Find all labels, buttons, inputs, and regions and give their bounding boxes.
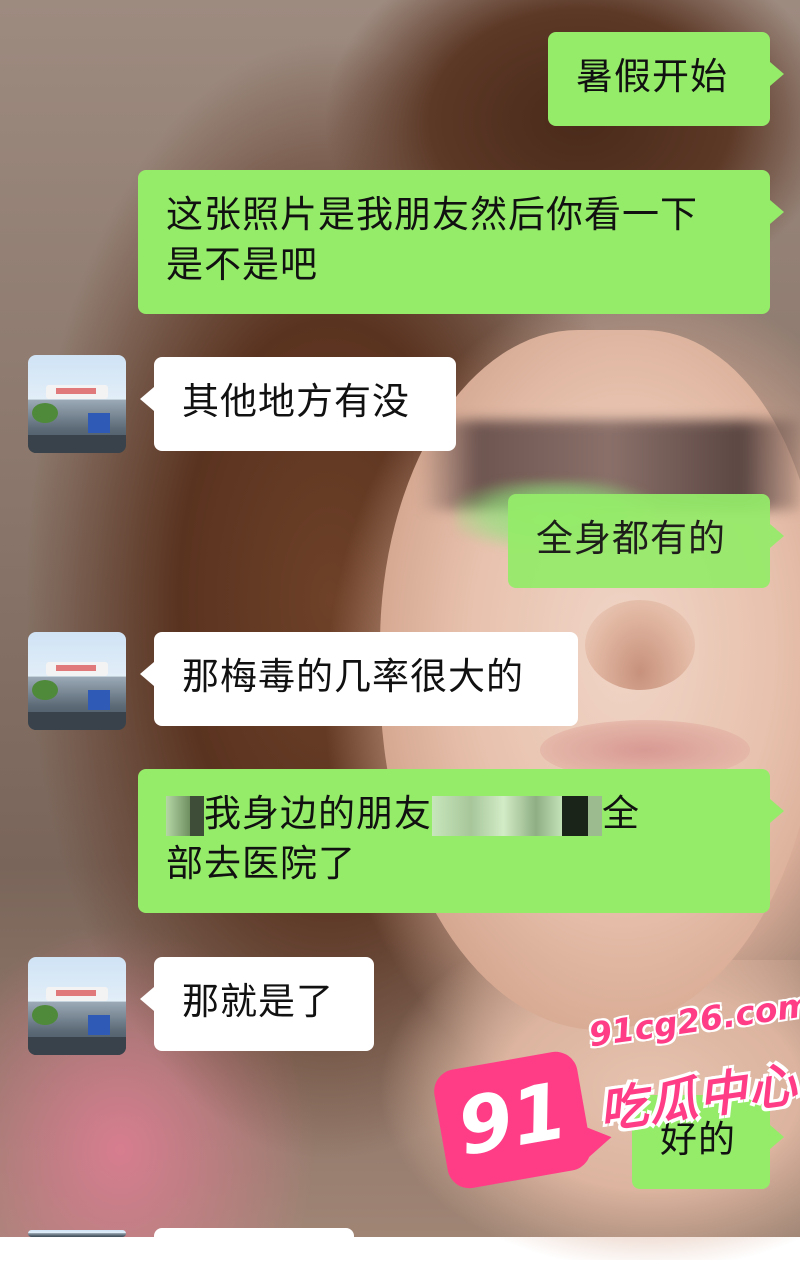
message-text-line2: 是不是吧: [166, 243, 318, 286]
message-text-part: 我身边的朋友: [204, 792, 432, 835]
message-text-part: 全: [602, 792, 640, 835]
message-text: 这张照片是我朋友然后你看一下: [166, 193, 698, 236]
nose-shape: [585, 600, 695, 690]
contact-avatar[interactable]: [28, 632, 126, 730]
mosaic-censor: [166, 795, 190, 836]
contact-avatar[interactable]: [28, 957, 126, 1055]
mosaic-censor: [432, 795, 562, 836]
message-bubble-sent[interactable]: 我身边的朋友 全 部去医院了: [138, 769, 784, 913]
message-bubble-partial: [140, 1228, 354, 1282]
message-text: 暑假开始: [576, 55, 728, 98]
message-text: 全身都有的: [536, 517, 726, 560]
message-text-line2: 部去医院了: [166, 842, 356, 885]
message-bubble-received[interactable]: 那梅毒的几率很大的: [140, 632, 578, 726]
message-bubble-sent[interactable]: 暑假开始: [548, 32, 784, 126]
message-bubble-received[interactable]: 那就是了: [140, 957, 374, 1051]
message-bubble-sent[interactable]: 这张照片是我朋友然后你看一下 是不是吧: [138, 170, 784, 314]
mosaic-censor: [588, 795, 602, 836]
message-text: 我身边的朋友 全: [166, 789, 742, 839]
contact-avatar-partial: [28, 1230, 126, 1237]
message-text: 其他地方有没: [182, 380, 410, 423]
watermark-logo-number: 91: [451, 1066, 574, 1174]
mosaic-censor: [190, 795, 204, 836]
message-text: 那梅毒的几率很大的: [182, 655, 524, 698]
message-text: 那就是了: [182, 980, 334, 1023]
message-bubble-sent[interactable]: 全身都有的: [508, 494, 784, 588]
watermark-logo: 91: [430, 1048, 595, 1192]
message-bubble-received[interactable]: 其他地方有没: [140, 357, 456, 451]
contact-avatar[interactable]: [28, 355, 126, 453]
mosaic-censor: [562, 795, 588, 836]
